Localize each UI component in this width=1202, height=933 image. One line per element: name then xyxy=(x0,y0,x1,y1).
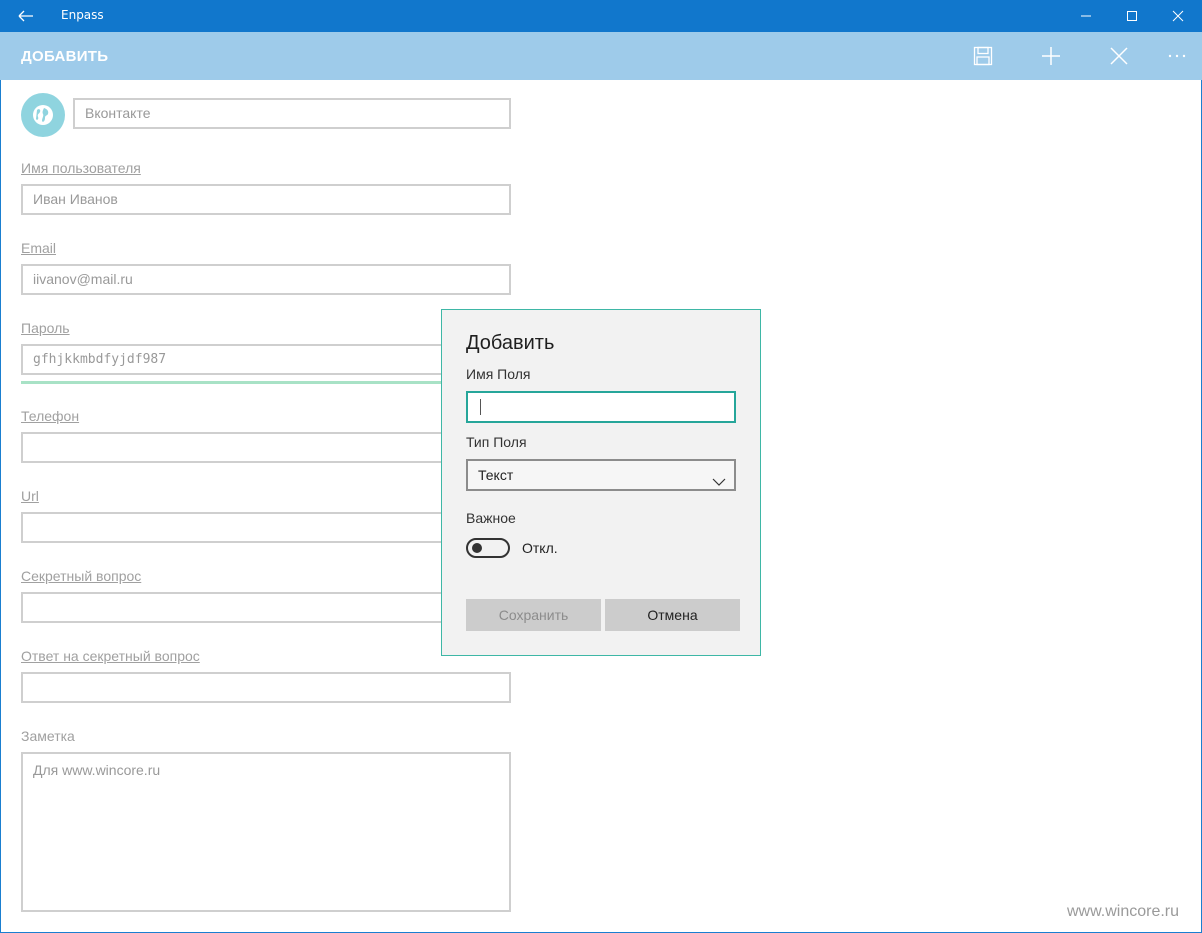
dialog-title: Добавить xyxy=(466,332,555,354)
maximize-icon[interactable] xyxy=(1109,0,1155,32)
url-label: Url xyxy=(21,488,39,504)
more-icon[interactable] xyxy=(1153,32,1201,80)
watermark: www.wincore.ru xyxy=(1067,903,1180,920)
close-window-icon[interactable] xyxy=(1155,0,1201,32)
page-heading: ДОБАВИТЬ xyxy=(21,48,109,65)
secret-answer-label: Ответ на секретный вопрос xyxy=(21,648,200,664)
password-strength-bar xyxy=(21,381,511,384)
secret-question-input[interactable] xyxy=(21,592,511,623)
field-type-select[interactable]: Текст xyxy=(466,459,736,491)
field-name-label: Имя Поля xyxy=(466,366,531,382)
password-label: Пароль xyxy=(21,320,70,336)
important-toggle[interactable] xyxy=(466,538,510,558)
text-caret xyxy=(480,399,481,415)
field-name-input[interactable] xyxy=(466,391,736,423)
close-icon[interactable] xyxy=(1095,32,1143,80)
chevron-down-icon xyxy=(712,468,726,496)
title-bar: Enpass xyxy=(0,0,1202,32)
save-button[interactable]: Сохранить xyxy=(466,599,601,631)
field-type-value: Текст xyxy=(478,467,514,483)
cancel-button[interactable]: Отмена xyxy=(605,599,740,631)
password-input[interactable]: gfhjkkmbdfyjdf987 xyxy=(21,344,511,375)
email-label: Email xyxy=(21,240,57,256)
field-type-label: Тип Поля xyxy=(466,434,527,450)
username-input[interactable]: Иван Иванов xyxy=(21,184,511,215)
back-arrow-icon[interactable] xyxy=(12,6,38,26)
window-title: Enpass xyxy=(61,8,104,22)
save-icon[interactable] xyxy=(959,32,1007,80)
url-input[interactable] xyxy=(21,512,511,543)
command-bar: ДОБАВИТЬ xyxy=(0,32,1202,80)
add-icon[interactable] xyxy=(1027,32,1075,80)
secret-question-label: Секретный вопрос xyxy=(21,568,142,584)
title-input[interactable]: Вконтакте xyxy=(73,98,511,129)
username-label: Имя пользователя xyxy=(21,160,141,176)
toggle-knob xyxy=(472,543,482,553)
note-label: Заметка xyxy=(21,728,75,744)
phone-label: Телефон xyxy=(21,408,80,424)
phone-input[interactable] xyxy=(21,432,511,463)
secret-answer-input[interactable] xyxy=(21,672,511,703)
note-textarea[interactable]: Для www.wincore.ru xyxy=(21,752,511,912)
add-field-dialog: Добавить Имя Поля Тип Поля Текст Важное … xyxy=(441,309,761,656)
toggle-state-text: Откл. xyxy=(522,540,558,556)
email-input[interactable]: iivanov@mail.ru xyxy=(21,264,511,295)
globe-icon[interactable] xyxy=(21,93,65,137)
important-label: Важное xyxy=(466,510,516,526)
minimize-icon[interactable] xyxy=(1063,0,1109,32)
